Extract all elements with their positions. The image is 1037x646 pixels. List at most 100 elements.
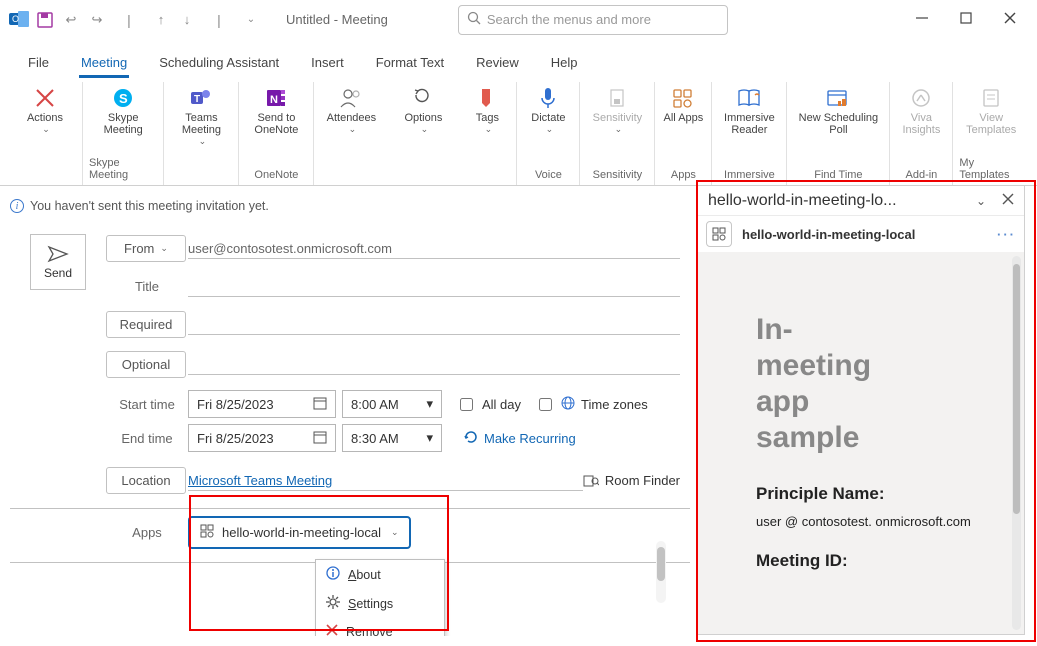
tab-meeting[interactable]: Meeting <box>71 49 137 78</box>
optional-button[interactable]: Optional <box>106 351 186 378</box>
group-apps: All Apps Apps <box>655 82 712 185</box>
tags-button[interactable]: Tags⌄ <box>464 82 510 137</box>
globe-icon <box>561 396 575 413</box>
group-label-findtime: Find Time <box>814 167 862 185</box>
group-label-sensitivity: Sensitivity <box>593 167 643 185</box>
qat-chevron-icon[interactable]: ⌄ <box>240 9 262 31</box>
svg-text:O: O <box>12 14 19 24</box>
info-icon: i <box>10 199 24 213</box>
start-time-field[interactable]: 8:00 AM▾ <box>342 390 442 418</box>
tab-format-text[interactable]: Format Text <box>366 49 454 78</box>
outlook-icon: O <box>8 9 30 31</box>
sensitivity-icon <box>608 84 626 112</box>
menu-remove[interactable]: Remove <box>316 618 444 636</box>
viva-icon <box>910 84 932 112</box>
side-panel-scrollbar[interactable] <box>1012 256 1021 630</box>
skype-button[interactable]: S Skype Meeting <box>92 82 154 138</box>
location-button[interactable]: Location <box>106 467 186 494</box>
teams-button[interactable]: T Teams Meeting⌄ <box>170 82 232 149</box>
side-panel-heading: In-meeting app sample <box>756 312 906 456</box>
search-box[interactable]: Search the menus and more <box>458 5 728 35</box>
group-label-apps: Apps <box>671 167 696 185</box>
dictate-button[interactable]: Dictate⌄ <box>523 82 573 137</box>
optional-field[interactable] <box>188 353 680 375</box>
attendees-button[interactable]: Attendees⌄ <box>320 82 382 137</box>
tab-file[interactable]: File <box>18 49 59 78</box>
templates-button: View Templates <box>960 82 1022 138</box>
titlebar: O ↩ ↪ | ↑ ↓ | ⌄ Untitled - Meeting Searc… <box>0 0 1037 40</box>
group-label-templates: My Templates <box>959 155 1023 185</box>
room-finder-button[interactable]: Room Finder <box>583 471 680 490</box>
window-title: Untitled - Meeting <box>286 12 388 27</box>
timezones-checkbox[interactable]: Time zones <box>535 395 648 414</box>
start-date-field[interactable]: Fri 8/25/2023 <box>188 390 336 418</box>
group-sensitivity: Sensitivity⌄ Sensitivity <box>580 82 655 185</box>
all-apps-button[interactable]: All Apps <box>661 82 705 126</box>
group-findtime: New Scheduling Poll Find Time <box>787 82 890 185</box>
group-onenote: N Send to OneNote OneNote <box>239 82 314 185</box>
search-placeholder: Search the menus and more <box>487 12 651 27</box>
group-teams: T Teams Meeting⌄ <box>164 82 239 185</box>
more-icon[interactable]: ··· <box>997 227 1016 242</box>
save-icon[interactable] <box>34 9 56 31</box>
recurring-icon <box>464 430 478 447</box>
quick-access-toolbar: O ↩ ↪ | ↑ ↓ | ⌄ <box>8 9 262 31</box>
onenote-icon: N <box>264 84 288 112</box>
meeting-form: Send From⌄ user@contosotest.onmicrosoft.… <box>10 226 690 636</box>
chevron-down-icon[interactable]: ⌄ <box>976 194 986 208</box>
apps-icon <box>672 84 694 112</box>
from-button[interactable]: From⌄ <box>106 235 186 262</box>
title-label: Title <box>106 279 188 294</box>
from-field[interactable]: user@contosotest.onmicrosoft.com <box>188 237 680 259</box>
location-field[interactable]: Microsoft Teams Meeting <box>188 469 583 491</box>
menu-settings[interactable]: Settings <box>316 589 444 618</box>
teams-icon: T <box>189 84 213 112</box>
close-icon[interactable] <box>1003 11 1017 28</box>
group-label-onenote: OneNote <box>254 167 298 185</box>
options-button[interactable]: Options⌄ <box>392 82 454 137</box>
immersive-button[interactable]: Immersive Reader <box>718 82 780 138</box>
redo-icon[interactable]: ↪ <box>86 9 108 31</box>
menu-about[interactable]: About <box>316 560 444 589</box>
calendar-icon <box>313 396 327 413</box>
required-button[interactable]: Required <box>106 311 186 338</box>
end-time-field[interactable]: 8:30 AM▾ <box>342 424 442 452</box>
group-addin: Viva Insights Add-in <box>890 82 953 185</box>
separator: | <box>208 9 230 31</box>
ribbon-tabs: File Meeting Scheduling Assistant Insert… <box>0 44 1037 78</box>
end-date-field[interactable]: Fri 8/25/2023 <box>188 424 336 452</box>
side-panel: hello-world-in-meeting-lo... ⌄ hello-wor… <box>697 185 1025 635</box>
side-panel-title: hello-world-in-meeting-lo... <box>708 192 968 210</box>
title-field[interactable] <box>188 275 680 297</box>
tab-insert[interactable]: Insert <box>301 49 354 78</box>
minimize-icon[interactable] <box>915 11 929 28</box>
grid-icon <box>200 524 214 541</box>
group-label-voice: Voice <box>535 167 562 185</box>
onenote-button[interactable]: N Send to OneNote <box>245 82 307 138</box>
window-controls <box>915 11 1029 28</box>
skype-icon: S <box>111 84 135 112</box>
calendar-icon <box>313 430 327 447</box>
tab-help[interactable]: Help <box>541 49 588 78</box>
side-panel-content: In-meeting app sample Principle Name: us… <box>698 252 1024 634</box>
required-field[interactable] <box>188 313 680 335</box>
tab-review[interactable]: Review <box>466 49 529 78</box>
maximize-icon[interactable] <box>959 11 973 28</box>
send-button[interactable]: Send <box>30 234 86 290</box>
scheduling-poll-button[interactable]: New Scheduling Poll <box>793 82 883 138</box>
app-square-icon[interactable] <box>706 221 732 247</box>
undo-icon[interactable]: ↩ <box>60 9 82 31</box>
svg-text:S: S <box>119 91 128 106</box>
close-icon[interactable] <box>1002 192 1014 210</box>
tab-scheduling[interactable]: Scheduling Assistant <box>149 49 289 78</box>
app-pill-button[interactable]: hello-world-in-meeting-local ⌄ <box>188 516 411 549</box>
body-scrollbar[interactable] <box>656 541 666 603</box>
down-arrow-icon[interactable]: ↓ <box>176 9 198 31</box>
actions-button[interactable]: Actions⌄ <box>14 82 76 137</box>
group-actions: Actions⌄ <box>8 82 83 185</box>
all-day-checkbox[interactable]: All day <box>456 395 521 414</box>
group-voice: Dictate⌄ Voice <box>517 82 580 185</box>
chevron-down-icon: ▾ <box>426 430 433 446</box>
up-arrow-icon[interactable]: ↑ <box>150 9 172 31</box>
make-recurring-button[interactable]: Make Recurring <box>464 430 576 447</box>
